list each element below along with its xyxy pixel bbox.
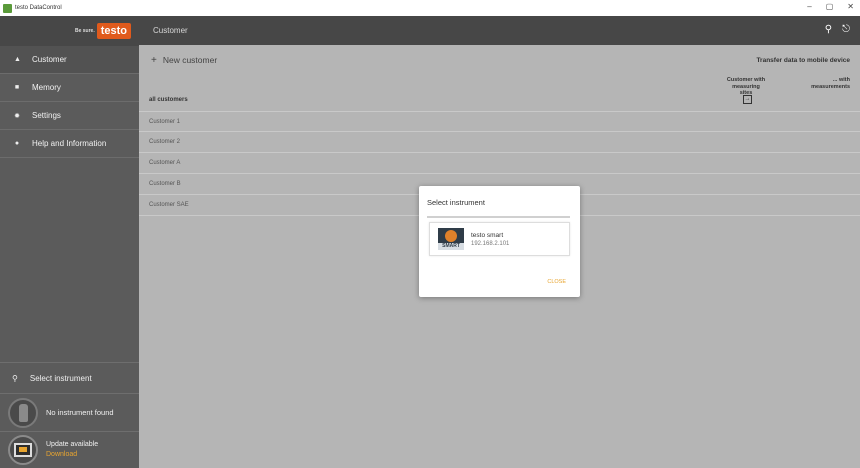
sidebar-item-settings[interactable]: ✹ Settings [0,102,139,130]
plus-icon: + [151,55,157,66]
transfer-icon[interactable]: → [743,95,752,104]
col-with-measurements: ... with measurements [800,77,850,90]
col-customer-measuring-sites: Customer with measuring sites [726,77,766,97]
download-link[interactable]: Download [46,450,98,460]
instrument-status: No instrument found [0,394,139,432]
customer-name: Customer SAE [149,202,189,208]
help-icon: ● [14,140,20,147]
sidebar-item-label: Help and Information [32,139,107,148]
select-instrument-label: Select instrument [29,373,92,383]
dialog-title: Select instrument [427,198,485,207]
brand-header: Be sure. testo [0,16,139,46]
maximize-icon[interactable]: ▢ [826,2,834,11]
smart-badge: SMART [438,243,464,250]
person-icon: ▲ [14,56,21,63]
toolbar: + New customer Transfer data to mobile de… [139,45,860,111]
sidebar-item-help[interactable]: ● Help and Information [0,130,139,158]
col-b-line2: measurements [811,83,850,90]
testo-smart-icon: SMART [438,228,464,250]
instrument-icon [8,397,38,428]
window-controls: – ▢ ✕ [807,2,854,11]
app-icon [3,3,12,13]
select-instrument-dialog: Select instrument SMART testo smart 192.… [419,186,580,297]
minimize-icon[interactable]: – [807,2,811,11]
customer-name: Customer 2 [149,139,181,145]
window-titlebar: testo DataControl – ▢ ✕ [0,0,860,16]
list-header: all customers [149,97,188,103]
export-icon[interactable]: ⎋ [842,24,850,35]
customer-name: Customer A [149,160,181,166]
search-icon[interactable]: ⚲ [825,24,832,35]
database-icon: ■ [14,84,20,91]
update-panel[interactable]: Update available Download [0,432,139,468]
search-icon: ⚲ [12,373,18,383]
new-customer-label: New customer [162,55,218,65]
list-item[interactable]: Customer 1 [139,111,860,132]
close-button[interactable]: CLOSE [547,279,566,285]
header-icons: ⚲ ⎋ [825,24,850,35]
list-item[interactable]: Customer A [139,153,860,174]
instrument-card[interactable]: SMART testo smart 192.168.2.101 [429,222,570,256]
sidebar-bottom: ⚲ Select instrument No instrument found … [0,362,139,468]
no-instrument-label: No instrument found [46,408,114,417]
monitor-icon [8,435,38,465]
transfer-title: Transfer data to mobile device [756,57,850,64]
close-window-icon[interactable]: ✕ [847,2,854,11]
brand-slogan: Be sure. [74,28,95,34]
sidebar-item-customer[interactable]: ▲ Customer [0,46,139,74]
update-title: Update available [46,441,99,448]
customer-name: Customer B [149,181,181,187]
sidebar-item-label: Settings [32,111,61,120]
instrument-name: testo smart [471,231,504,239]
sidebar-item-memory[interactable]: ■ Memory [0,74,139,102]
page-title: Customer [153,26,188,35]
gear-icon: ✹ [14,112,20,120]
dialog-divider [427,216,570,218]
window-title: testo DataControl [15,5,62,11]
sidebar-item-label: Customer [32,55,67,64]
instrument-ip: 192.168.2.101 [471,240,510,247]
customer-name: Customer 1 [149,118,181,125]
sidebar: Be sure. testo ▲ Customer ■ Memory ✹ Set… [0,16,139,468]
col-a-line1: Customer with [726,77,766,83]
sidebar-item-label: Memory [32,83,61,92]
list-item[interactable]: Customer 2 [139,132,860,153]
page-header: Customer ⚲ ⎋ [139,16,860,45]
new-customer-button[interactable]: + New customer [151,55,217,66]
col-b-line1: ... with [832,77,850,83]
testo-logo: testo [96,23,131,39]
select-instrument-button[interactable]: ⚲ Select instrument [0,362,139,394]
